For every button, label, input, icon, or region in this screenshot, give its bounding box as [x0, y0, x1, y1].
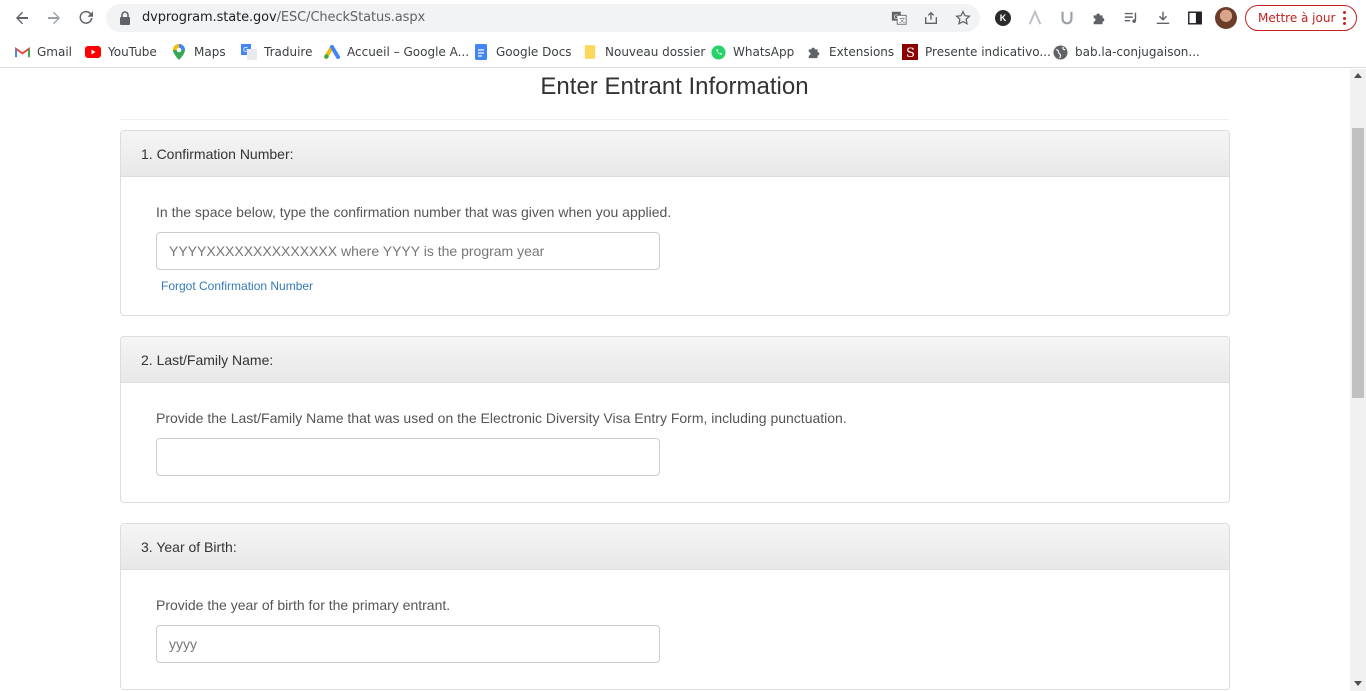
- last-name-heading: 2. Last/Family Name:: [121, 337, 1229, 383]
- svg-text:文: 文: [899, 16, 906, 24]
- last-name-description: Provide the Last/Family Name that was us…: [156, 410, 847, 426]
- bookmark-babla-conjugaison[interactable]: bab.la-conjugaison...: [1052, 43, 1200, 61]
- bookmark-youtube[interactable]: YouTube: [85, 43, 157, 61]
- menu-dots-icon[interactable]: [1343, 11, 1346, 25]
- last-name-input[interactable]: [156, 438, 660, 476]
- google-ads-icon: [324, 44, 340, 60]
- bookmark-traduire[interactable]: G Traduire: [241, 43, 312, 61]
- bookmark-google-ads[interactable]: Accueil – Google A...: [324, 43, 469, 61]
- translate-page-icon[interactable]: G文: [890, 9, 908, 27]
- extensions-puzzle-icon[interactable]: [1089, 8, 1109, 28]
- side-panel-icon[interactable]: [1185, 8, 1205, 28]
- bookmark-whatsapp[interactable]: WhatsApp: [710, 43, 794, 61]
- extension-u-icon[interactable]: [1057, 8, 1077, 28]
- maps-icon: [171, 44, 187, 60]
- back-icon[interactable]: [10, 6, 34, 30]
- folder-icon: [582, 44, 598, 60]
- year-of-birth-input[interactable]: [156, 625, 660, 663]
- year-of-birth-heading: 3. Year of Birth:: [121, 524, 1229, 570]
- year-of-birth-panel: 3. Year of Birth: Provide the year of bi…: [120, 523, 1230, 690]
- extension-k-icon[interactable]: K: [993, 8, 1013, 28]
- address-bar[interactable]: dvprogram.state.gov/ESC/CheckStatus.aspx…: [106, 4, 980, 32]
- translate-icon: G: [241, 44, 257, 60]
- youtube-icon: [85, 44, 101, 60]
- svg-text:G: G: [243, 46, 248, 54]
- lock-icon[interactable]: [118, 10, 132, 26]
- scroll-up-arrow-icon[interactable]: [1354, 73, 1362, 78]
- confirmation-number-heading: 1. Confirmation Number:: [121, 131, 1229, 177]
- bookmark-gmail[interactable]: Gmail: [14, 43, 72, 61]
- url-text[interactable]: dvprogram.state.gov/ESC/CheckStatus.aspx: [142, 10, 425, 25]
- year-of-birth-description: Provide the year of birth for the primar…: [156, 597, 451, 613]
- globe-icon: [1052, 44, 1068, 60]
- download-icon[interactable]: [1153, 8, 1173, 28]
- bookmark-extensions[interactable]: Extensions: [806, 43, 894, 61]
- confirmation-number-input[interactable]: [156, 232, 660, 270]
- update-button[interactable]: Mettre à jour: [1245, 5, 1357, 31]
- forward-icon[interactable]: [42, 6, 66, 30]
- bookmark-nouveau-dossier[interactable]: Nouveau dossier: [582, 43, 705, 61]
- browser-toolbar: dvprogram.state.gov/ESC/CheckStatus.aspx…: [0, 0, 1366, 36]
- page-scrollbar[interactable]: [1350, 69, 1366, 691]
- confirmation-number-panel: 1. Confirmation Number: In the space bel…: [120, 130, 1230, 316]
- reload-icon[interactable]: [74, 6, 98, 30]
- gmail-icon: [14, 44, 30, 60]
- bookmark-presente-indicativo[interactable]: S Presente indicativo...: [902, 43, 1051, 61]
- forgot-confirmation-number-link[interactable]: Forgot Confirmation Number: [161, 279, 313, 293]
- scroll-down-arrow-icon[interactable]: [1354, 681, 1362, 686]
- bookmark-google-docs[interactable]: Google Docs: [473, 43, 572, 61]
- svg-text:G: G: [894, 14, 899, 21]
- confirmation-number-description: In the space below, type the confirmatio…: [156, 204, 672, 220]
- scroll-thumb[interactable]: [1352, 128, 1364, 398]
- s-logo-icon: S: [902, 44, 918, 60]
- puzzle-icon: [806, 44, 822, 60]
- svg-text:S: S: [906, 46, 915, 60]
- page-viewport: Enter Entrant Information 1. Confirmatio…: [0, 69, 1350, 691]
- share-icon[interactable]: [922, 9, 940, 27]
- media-control-icon[interactable]: [1121, 8, 1141, 28]
- bookmarks-bar: Gmail YouTube Maps G Traduire Accueil – …: [0, 36, 1366, 68]
- docs-icon: [473, 44, 489, 60]
- whatsapp-icon: [710, 44, 726, 60]
- page-title: Enter Entrant Information: [540, 73, 809, 100]
- bookmark-star-icon[interactable]: [954, 9, 972, 27]
- bookmark-maps[interactable]: Maps: [171, 43, 226, 61]
- extension-a-icon[interactable]: [1025, 8, 1045, 28]
- profile-avatar[interactable]: [1215, 7, 1237, 29]
- last-name-panel: 2. Last/Family Name: Provide the Last/Fa…: [120, 336, 1230, 503]
- update-button-label: Mettre à jour: [1258, 11, 1336, 25]
- title-divider: [120, 119, 1229, 120]
